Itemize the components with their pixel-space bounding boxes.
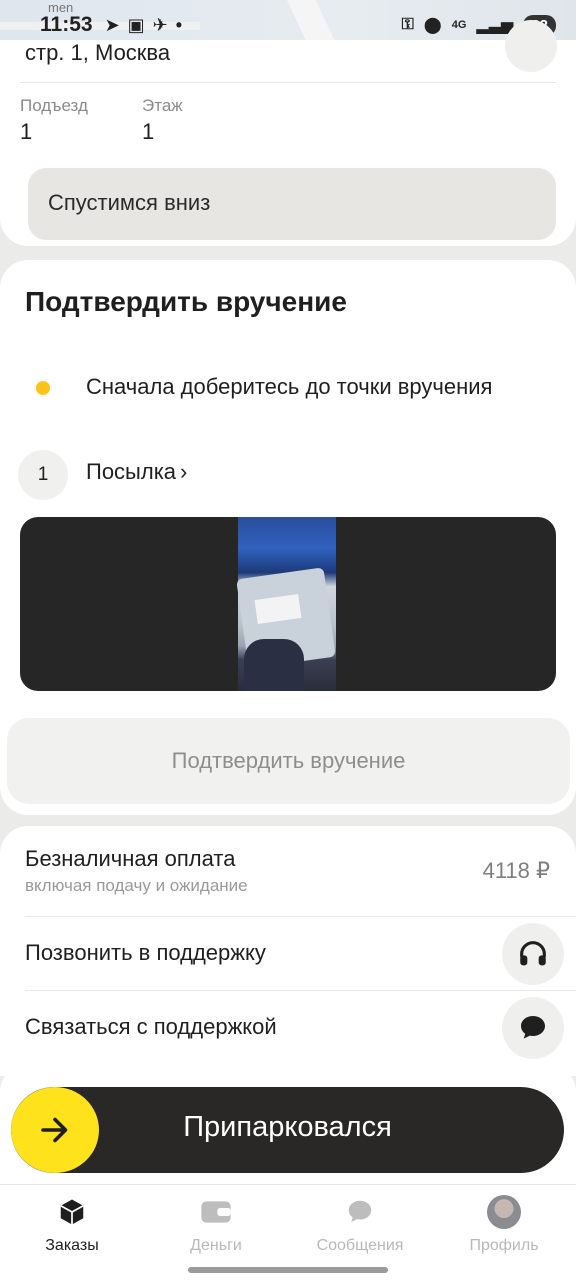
nav-messages[interactable]: Сообщения xyxy=(288,1195,432,1255)
chat-bubble-icon xyxy=(521,1016,545,1039)
entrance-label: Подъезд xyxy=(20,96,88,115)
divider xyxy=(25,990,576,991)
parcel-link[interactable]: Посылка › xyxy=(86,459,187,485)
key-icon: ⚿ xyxy=(401,16,414,33)
status-dot-icon xyxy=(36,381,50,395)
address-card: стр. 1, Москва Подъезд 1 Этаж 1 Спустимс… xyxy=(0,20,576,246)
payment-amount: 4118 ₽ xyxy=(482,858,550,883)
nav-label: Профиль xyxy=(469,1237,539,1254)
app-notification-icon: ▣ xyxy=(127,14,145,35)
status-bar: 11:53 ➤ ▣ ✈ • ⚿ ⬤ 4G ▂▃▅ 82 xyxy=(0,8,576,42)
confirm-delivery-button[interactable]: Подтвердить вручение xyxy=(7,718,570,804)
home-indicator[interactable] xyxy=(188,1267,388,1273)
status-time: 11:53 xyxy=(40,13,93,36)
floor-field: Этаж 1 xyxy=(142,96,183,145)
arrow-right-icon xyxy=(41,1117,68,1143)
chat-support-button[interactable] xyxy=(502,997,564,1059)
customer-comment: Спустимся вниз xyxy=(28,168,556,240)
payment-support-card: Безналичная оплата включая подачу и ожид… xyxy=(0,826,576,1076)
network-label: 4G xyxy=(451,19,467,31)
call-support-label[interactable]: Позвонить в поддержку xyxy=(25,940,266,966)
step-hint: Сначала доберитесь до точки вручения xyxy=(86,374,493,399)
entrance-value: 1 xyxy=(20,119,33,144)
address-line: стр. 1, Москва xyxy=(25,40,171,65)
nav-orders[interactable]: Заказы xyxy=(0,1195,144,1255)
nav-label: Заказы xyxy=(45,1237,99,1254)
park-panel: Припарковался xyxy=(0,1064,576,1188)
bottom-nav: Заказы Деньги Сообщения Профиль xyxy=(0,1184,576,1280)
call-support-button[interactable] xyxy=(502,923,564,985)
payment-subtitle: включая подачу и ожидание xyxy=(25,876,248,895)
avatar xyxy=(487,1195,521,1229)
chevron-right-icon: › xyxy=(180,459,188,484)
entrance-field: Подъезд 1 xyxy=(20,96,88,145)
delivery-title: Подтвердить вручение xyxy=(25,286,347,317)
parked-slider[interactable]: Припарковался xyxy=(11,1087,564,1173)
floor-label: Этаж xyxy=(142,96,183,115)
chat-icon xyxy=(345,1195,375,1229)
location-icon: ⬤ xyxy=(423,17,442,34)
payment-title: Безналичная оплата xyxy=(25,846,236,871)
navigate-button[interactable] xyxy=(505,20,557,72)
wallet-icon xyxy=(200,1195,232,1229)
parcel-photo xyxy=(236,517,336,691)
nav-label: Сообщения xyxy=(316,1237,404,1254)
nav-label: Деньги xyxy=(190,1237,242,1254)
headset-icon xyxy=(520,941,546,966)
telegram-icon: ➤ xyxy=(104,14,120,35)
parcel-photo-container[interactable] xyxy=(20,517,556,691)
parcel-count-badge: 1 xyxy=(18,450,68,500)
nav-money[interactable]: Деньги xyxy=(144,1195,288,1255)
floor-value: 1 xyxy=(142,119,155,144)
bird-icon: ✈ xyxy=(152,14,168,35)
slider-knob[interactable] xyxy=(11,1087,99,1173)
nav-profile[interactable]: Профиль xyxy=(432,1195,576,1255)
delivery-card: Подтвердить вручение Сначала доберитесь … xyxy=(0,260,576,815)
chat-support-label[interactable]: Связаться с поддержкой xyxy=(25,1014,277,1040)
divider xyxy=(20,82,556,83)
divider xyxy=(25,916,576,917)
box-icon xyxy=(57,1195,87,1229)
dot-icon: • xyxy=(175,14,183,35)
parcel-label: Посылка xyxy=(86,459,177,484)
